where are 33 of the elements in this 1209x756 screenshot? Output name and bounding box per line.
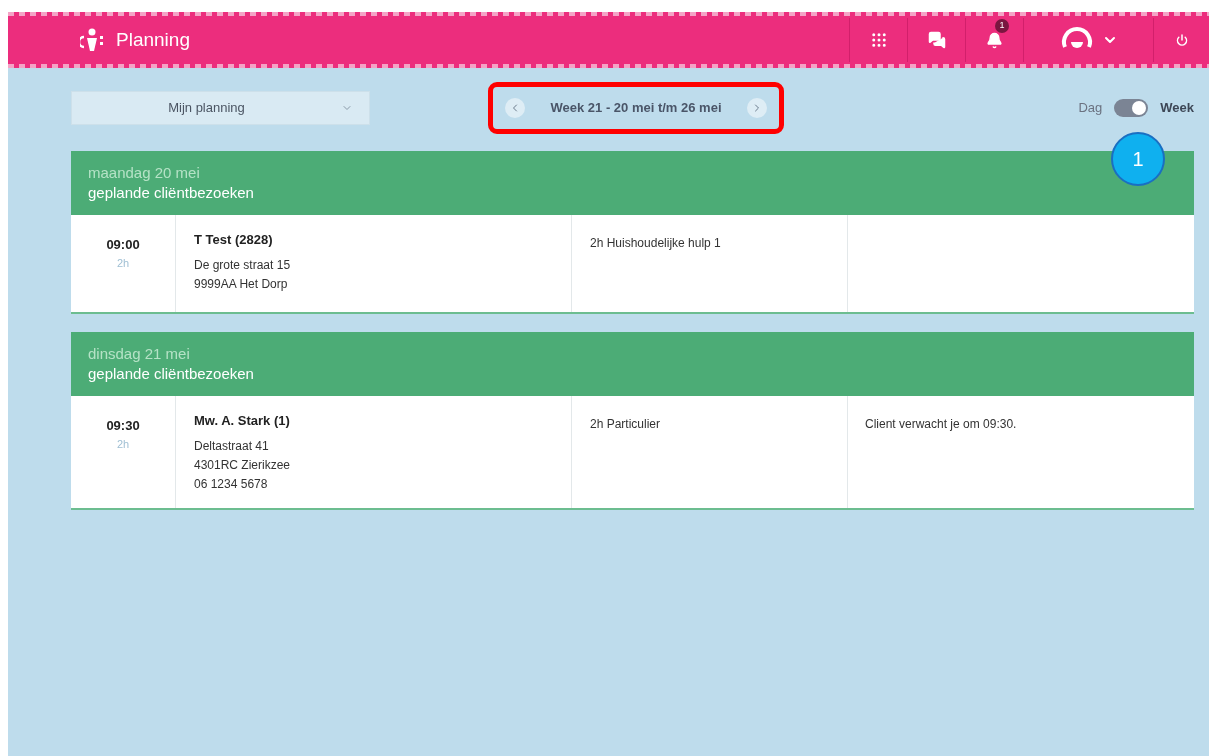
power-icon[interactable] (1175, 34, 1188, 46)
visit-note: Client verwacht je om 09:30. (865, 417, 1017, 431)
visit-row[interactable]: 09:00 2h T Test (2828) De grote straat 15 9999AA Het Dorp 2h Huishoudelijke hulp 1 (71, 215, 1194, 312)
callout-number: 1 (1111, 132, 1165, 186)
chat-icon[interactable] (927, 31, 946, 49)
day-date: maandag 20 mei (88, 163, 201, 183)
client-name: Mw. A. Stark (1) (194, 412, 291, 430)
service-text: 2h Huishoudelijke hulp 1 (590, 236, 721, 250)
visit-time: 09:30 (106, 417, 140, 435)
day-view-label[interactable]: Dag (1078, 98, 1103, 118)
visit-time: 09:00 (106, 236, 140, 254)
address-line: 06 1234 5678 (194, 475, 269, 493)
address-line: 9999AA Het Dorp (194, 275, 289, 293)
page-title: Planning (116, 27, 190, 52)
notification-badge: 1 (995, 19, 1009, 33)
view-toggle-switch[interactable] (1114, 99, 1149, 117)
address-line: De grote straat 15 (194, 256, 292, 274)
address-line: 4301RC Zierikzee (194, 456, 292, 474)
week-view-label[interactable]: Week (1160, 98, 1194, 118)
visit-row[interactable]: 09:30 2h Mw. A. Stark (1) Deltastraat 41 4301RC Zierikzee 06 1234 5678 2h Particulier Client verwacht je om 09:30. (71, 396, 1194, 508)
address-line: Deltastraat 41 (194, 437, 270, 455)
bell-icon[interactable] (986, 31, 1003, 49)
day-subtitle: geplande cliëntbezoeken (88, 183, 255, 203)
day-subtitle: geplande cliëntbezoeken (88, 364, 255, 384)
day-date: dinsdag 21 mei (88, 344, 191, 364)
planning-dropdown[interactable]: Mijn planning (71, 91, 370, 125)
visit-duration: 2h (116, 436, 130, 452)
people-logo-icon (80, 28, 106, 52)
visit-duration: 2h (116, 255, 130, 271)
service-text: 2h Particulier (590, 417, 661, 431)
client-name: T Test (2828) (194, 231, 274, 249)
week-label: Week 21 - 20 mei t/m 26 mei (549, 99, 723, 118)
apps-grid-icon[interactable] (869, 31, 888, 49)
